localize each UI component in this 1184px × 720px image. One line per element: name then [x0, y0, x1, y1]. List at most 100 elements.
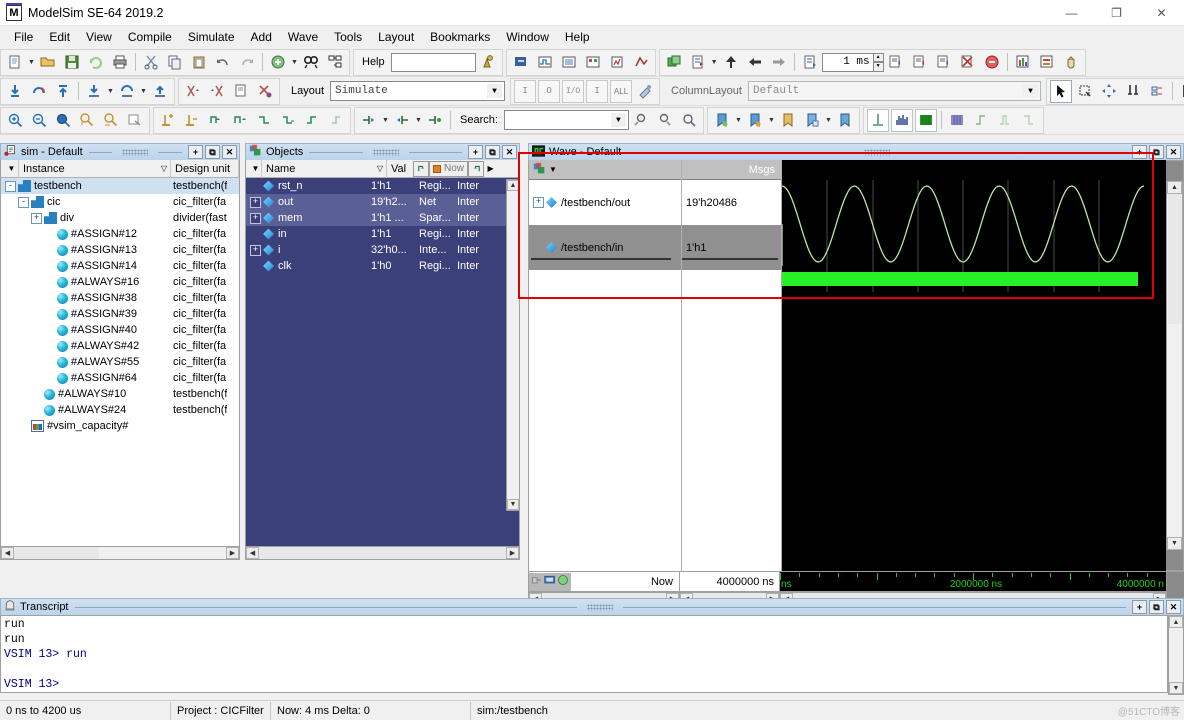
run-all-icon[interactable]: [933, 51, 955, 74]
wave-signal-values[interactable]: 19'h204861'h1: [682, 180, 781, 571]
next-value-icon[interactable]: [468, 161, 484, 177]
group-bottom-icon[interactable]: [116, 80, 138, 103]
format-falling-edge-icon[interactable]: [1018, 109, 1040, 132]
cursor-add-icon[interactable]: [557, 574, 569, 589]
wave-signal-names[interactable]: +/testbench/out/testbench/in: [529, 180, 681, 571]
chevron-down-icon[interactable]: ▼: [1023, 84, 1038, 98]
delete-cursor-icon[interactable]: [181, 109, 203, 132]
object-row[interactable]: +mem1'h1 ...Spar...Inter: [246, 210, 519, 226]
stop-icon[interactable]: [981, 51, 1003, 74]
wave-panel-close-button[interactable]: ✕: [1166, 145, 1181, 159]
find-icon[interactable]: [300, 51, 322, 74]
scroll-up-icon[interactable]: ▲: [1169, 616, 1183, 628]
cut-left-icon[interactable]: [182, 80, 204, 103]
format-multicolor-icon[interactable]: [946, 109, 968, 132]
transcript-close-button[interactable]: ✕: [1166, 600, 1181, 614]
tree-row[interactable]: #ALWAYS#55cic_filter(fa: [1, 354, 239, 370]
transcript-vertical-scrollbar[interactable]: ▲ ▼: [1168, 615, 1184, 695]
tree-row[interactable]: #ALWAYS#16cic_filter(fa: [1, 274, 239, 290]
insert-bottom-icon[interactable]: [83, 80, 105, 103]
sim-column-design-unit[interactable]: Design unit: [171, 160, 239, 178]
sim-filter-icon[interactable]: ▼: [1, 160, 19, 178]
minimize-icon[interactable]: —: [1049, 0, 1094, 26]
collapse-time-icon[interactable]: [391, 109, 413, 132]
add-bookmark-dropdown-icon[interactable]: ▼: [734, 109, 743, 132]
columnlayout-select[interactable]: Default ▼: [748, 81, 1041, 101]
zoom-full-icon[interactable]: [52, 109, 74, 132]
menu-simulate[interactable]: Simulate: [180, 27, 243, 47]
scroll-left-icon[interactable]: ◀: [1, 547, 14, 559]
objects-filter-icon[interactable]: ▼: [246, 160, 262, 178]
coverage-icon[interactable]: [630, 51, 652, 74]
tree-row[interactable]: #ASSIGN#40cic_filter(fa: [1, 322, 239, 338]
zoom-out-icon[interactable]: [28, 109, 50, 132]
wave-config-dropdown-icon[interactable]: ▼: [549, 165, 557, 174]
menu-edit[interactable]: Edit: [41, 27, 78, 47]
search-prev-icon[interactable]: [630, 109, 652, 132]
save-bookmark-dropdown-icon[interactable]: ▼: [824, 109, 833, 132]
insert-signal-icon[interactable]: [4, 80, 26, 103]
undo-icon[interactable]: [212, 51, 234, 74]
tree-row[interactable]: #ASSIGN#13cic_filter(fa: [1, 242, 239, 258]
expand-dropdown-icon[interactable]: ▼: [381, 109, 390, 132]
tree-row[interactable]: #ASSIGN#12cic_filter(fa: [1, 226, 239, 242]
search-next-icon[interactable]: [654, 109, 676, 132]
scroll-right-icon[interactable]: ▶: [226, 547, 239, 559]
object-row[interactable]: rst_n1'h1Regi...Inter: [246, 178, 519, 194]
wave-window-icon[interactable]: [534, 51, 556, 74]
delete-signal-icon[interactable]: [254, 80, 276, 103]
menu-window[interactable]: Window: [498, 27, 557, 47]
objects-panel-undock-button[interactable]: ⧉: [485, 145, 500, 159]
reload-icon[interactable]: [85, 51, 107, 74]
find-next-transition-icon[interactable]: [229, 109, 251, 132]
search-input[interactable]: ▼: [504, 110, 629, 130]
objects-horizontal-scrollbar[interactable]: ◀ ▶: [245, 546, 520, 560]
find-prev-falling-icon[interactable]: [253, 109, 275, 132]
object-row[interactable]: clk1'h0Regi...Inter: [246, 258, 519, 274]
sim-panel-grip[interactable]: [122, 149, 148, 156]
paste-icon[interactable]: [188, 51, 210, 74]
coverage-report-icon[interactable]: [1036, 51, 1058, 74]
objects-header-overflow-icon[interactable]: ▶: [484, 161, 497, 177]
dataflow-icon[interactable]: [510, 51, 532, 74]
open-icon[interactable]: [37, 51, 59, 74]
tree-row[interactable]: #ASSIGN#38cic_filter(fa: [1, 290, 239, 306]
save-bookmark-icon[interactable]: [801, 109, 823, 132]
redo-icon[interactable]: [236, 51, 258, 74]
find-next-rising-icon[interactable]: [325, 109, 347, 132]
transcript-output[interactable]: runrunVSIM 13> run VSIM 13>: [0, 615, 1168, 693]
wave-vertical-scrollbar[interactable]: ▲ ▼: [1166, 160, 1183, 571]
objects-column-value[interactable]: Val: [387, 160, 413, 178]
add-cursor-icon[interactable]: [157, 109, 179, 132]
wave-scroll-thumb[interactable]: [1168, 194, 1181, 324]
zoom-in-icon[interactable]: [4, 109, 26, 132]
help-search-input[interactable]: [391, 53, 476, 72]
filter-all-button[interactable]: ALL: [610, 80, 632, 103]
chevron-down-icon[interactable]: ▼: [611, 113, 626, 127]
goto-bookmark-icon[interactable]: [744, 109, 766, 132]
scroll-down-icon[interactable]: ▼: [507, 499, 519, 510]
format-analog-icon[interactable]: [891, 109, 913, 132]
delete-bookmark-icon[interactable]: [834, 109, 856, 132]
back-arrow-icon[interactable]: [744, 51, 766, 74]
sim-scroll-thumb[interactable]: [14, 547, 99, 559]
object-expander-icon[interactable]: +: [250, 213, 261, 224]
break-icon[interactable]: [957, 51, 979, 74]
insert-bottom-dropdown-icon[interactable]: ▼: [106, 80, 115, 103]
tree-row[interactable]: #ALWAYS#42cic_filter(fa: [1, 338, 239, 354]
add-bookmark-icon[interactable]: [711, 109, 733, 132]
scroll-right-icon[interactable]: ▶: [506, 547, 519, 559]
tree-row[interactable]: #ASSIGN#64cic_filter(fa: [1, 370, 239, 386]
sim-column-instance[interactable]: Instance ▽: [19, 160, 171, 178]
scroll-down-icon[interactable]: ▼: [1167, 537, 1182, 550]
scroll-left-icon[interactable]: ◀: [246, 547, 259, 559]
new-file-icon[interactable]: [4, 51, 26, 74]
objects-vertical-scrollbar[interactable]: ▲ ▼: [506, 179, 520, 511]
layout-select[interactable]: Simulate ▼: [330, 81, 505, 101]
wave-panel-undock-button[interactable]: ⧉: [1149, 145, 1164, 159]
filter-settings-icon[interactable]: [634, 80, 656, 103]
menu-bookmarks[interactable]: Bookmarks: [422, 27, 498, 47]
format-rising-edge-icon[interactable]: [970, 109, 992, 132]
expand-time-icon[interactable]: [358, 109, 380, 132]
collapse-dropdown-icon[interactable]: ▼: [414, 109, 423, 132]
